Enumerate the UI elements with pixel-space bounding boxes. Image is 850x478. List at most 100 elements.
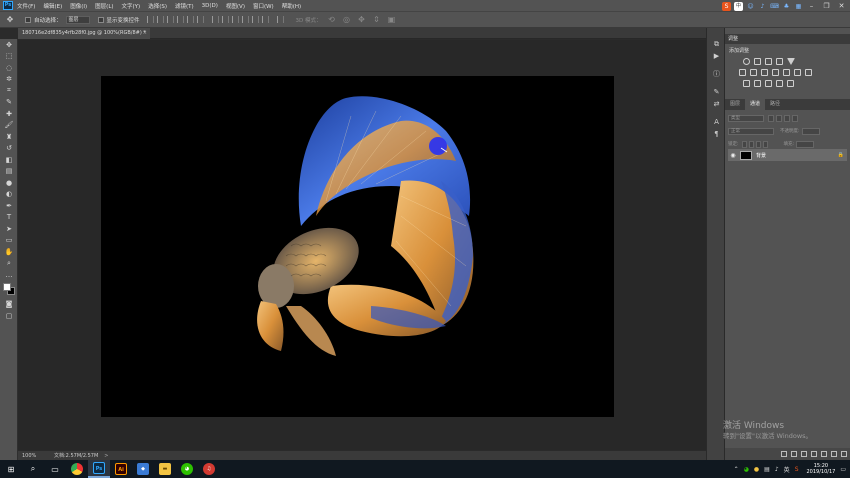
history-brush-icon[interactable]: ↺ bbox=[0, 143, 18, 155]
sogou-icon[interactable]: S bbox=[722, 2, 731, 11]
menu-window[interactable]: 窗口(W) bbox=[253, 2, 274, 10]
filter-shape-icon[interactable] bbox=[792, 114, 798, 122]
new-adjustment-icon[interactable] bbox=[811, 451, 817, 457]
move-tool-icon[interactable]: ✥ bbox=[5, 15, 15, 25]
3d-slide-icon[interactable]: ⇕ bbox=[372, 15, 382, 25]
color-balance-icon[interactable] bbox=[761, 69, 768, 76]
brush-presets-icon[interactable]: ⇄ bbox=[707, 98, 726, 110]
menu-type[interactable]: 文字(Y) bbox=[122, 2, 141, 10]
trash-icon[interactable] bbox=[841, 451, 847, 457]
menu-help[interactable]: 帮助(H) bbox=[282, 2, 301, 10]
hue-saturation-icon[interactable] bbox=[750, 69, 757, 76]
brush-panel-icon[interactable]: ✎ bbox=[707, 86, 726, 98]
3d-roll-icon[interactable]: ◎ bbox=[342, 15, 352, 25]
hand-tool-icon[interactable]: ✋ bbox=[0, 246, 18, 258]
info-panel-icon[interactable]: ⓘ bbox=[707, 68, 726, 80]
add-mask-icon[interactable] bbox=[801, 451, 807, 457]
channel-mixer-icon[interactable] bbox=[794, 69, 801, 76]
exposure-icon[interactable] bbox=[776, 58, 783, 65]
task-view-icon[interactable]: ▭ bbox=[44, 460, 66, 478]
auto-align-icon[interactable] bbox=[276, 16, 284, 23]
distribute-left-icon[interactable] bbox=[241, 16, 249, 23]
menu-select[interactable]: 选择(S) bbox=[148, 2, 167, 10]
tab-paths[interactable]: 路径 bbox=[765, 99, 785, 110]
netease-music-icon[interactable]: ♫ bbox=[198, 460, 220, 478]
notification-icon[interactable]: ▭ bbox=[840, 466, 846, 473]
color-lookup-icon[interactable] bbox=[805, 69, 812, 76]
distribute-top-icon[interactable] bbox=[211, 16, 219, 23]
screen-mode-icon[interactable]: ▢ bbox=[0, 310, 18, 322]
align-vcenter-icon[interactable] bbox=[186, 16, 194, 23]
invert-icon[interactable] bbox=[743, 80, 750, 87]
type-tool-icon[interactable]: T bbox=[0, 212, 18, 224]
align-top-icon[interactable] bbox=[176, 16, 184, 23]
new-group-icon[interactable] bbox=[821, 451, 827, 457]
tab-close-icon[interactable]: × bbox=[143, 28, 147, 39]
status-menu-arrow[interactable]: > bbox=[104, 453, 108, 459]
menu-edit[interactable]: 编辑(E) bbox=[43, 2, 62, 10]
pen-tool-icon[interactable]: ✒ bbox=[0, 200, 18, 212]
tray-expand-icon[interactable]: ⌃ bbox=[734, 466, 739, 473]
magic-wand-icon[interactable]: ✲ bbox=[0, 74, 18, 86]
levels-icon[interactable] bbox=[754, 58, 761, 65]
actions-panel-icon[interactable]: ▶ bbox=[707, 50, 726, 62]
gradient-fill-icon[interactable] bbox=[787, 80, 794, 87]
tray-wechat-icon[interactable]: ◕ bbox=[744, 466, 749, 473]
menu-3d[interactable]: 3D(D) bbox=[202, 3, 218, 9]
filter-adjust-icon[interactable] bbox=[776, 114, 782, 122]
vibrance-icon[interactable] bbox=[739, 69, 746, 76]
skin-icon[interactable]: ♣ bbox=[782, 2, 791, 11]
document-canvas[interactable] bbox=[101, 76, 614, 417]
windows-start-icon[interactable]: ⊞ bbox=[0, 460, 22, 478]
lock-all-icon[interactable] bbox=[762, 140, 768, 148]
black-white-icon[interactable] bbox=[772, 69, 779, 76]
tray-language[interactable]: 英 bbox=[784, 465, 790, 474]
link-layers-icon[interactable] bbox=[781, 451, 787, 457]
filter-pixel-icon[interactable] bbox=[768, 114, 774, 122]
selective-color-icon[interactable] bbox=[776, 80, 783, 87]
tools-icon[interactable]: ▦ bbox=[794, 2, 803, 11]
layer-kind-filter[interactable]: 类型 bbox=[728, 114, 764, 122]
lock-position-icon[interactable] bbox=[748, 140, 754, 148]
history-panel-icon[interactable]: ⧉ bbox=[707, 38, 726, 50]
more-tools-icon[interactable]: … bbox=[0, 269, 18, 281]
zoom-level[interactable]: 100% bbox=[18, 453, 54, 459]
mic-icon[interactable]: ♪ bbox=[758, 2, 767, 11]
distribute-hcenter-icon[interactable] bbox=[251, 16, 259, 23]
auto-select-checkbox[interactable] bbox=[25, 16, 31, 23]
menu-layer[interactable]: 图层(L) bbox=[95, 2, 113, 10]
crop-tool-icon[interactable]: ⌗ bbox=[0, 85, 18, 97]
layer-background-row[interactable]: ◉ 背景 🔒 bbox=[728, 149, 847, 161]
color-swatches[interactable] bbox=[0, 281, 18, 299]
posterize-icon[interactable] bbox=[754, 80, 761, 87]
lock-artboard-icon[interactable] bbox=[755, 140, 761, 148]
rectangle-tool-icon[interactable]: ▭ bbox=[0, 235, 18, 247]
chrome-icon[interactable] bbox=[66, 460, 88, 478]
healing-brush-icon[interactable]: ✚ bbox=[0, 108, 18, 120]
blend-mode-select[interactable]: 正常 bbox=[728, 127, 774, 135]
wechat-icon[interactable]: ◕ bbox=[176, 460, 198, 478]
align-bottom-icon[interactable] bbox=[196, 16, 204, 23]
tray-sogou-icon[interactable]: S bbox=[795, 466, 799, 473]
menu-filter[interactable]: 滤镜(T) bbox=[175, 2, 194, 10]
keyboard-icon[interactable]: ⌨ bbox=[770, 2, 779, 11]
eraser-tool-icon[interactable]: ◧ bbox=[0, 154, 18, 166]
character-panel-icon[interactable]: A bbox=[707, 116, 726, 128]
blur-tool-icon[interactable]: ● bbox=[0, 177, 18, 189]
clone-stamp-icon[interactable]: ♜ bbox=[0, 131, 18, 143]
move-tool-icon[interactable]: ✥ bbox=[0, 39, 18, 51]
menu-image[interactable]: 图像(I) bbox=[70, 2, 87, 10]
align-right-icon[interactable] bbox=[166, 16, 174, 23]
brush-tool-icon[interactable]: 🖌 bbox=[0, 120, 18, 132]
gradient-map-icon[interactable] bbox=[787, 58, 795, 65]
emoji-icon[interactable]: ☺ bbox=[746, 2, 755, 11]
curves-icon[interactable] bbox=[765, 58, 772, 65]
app-icon[interactable]: ◆ bbox=[132, 460, 154, 478]
dodge-tool-icon[interactable]: ◐ bbox=[0, 189, 18, 201]
new-layer-icon[interactable] bbox=[831, 451, 837, 457]
distribute-vcenter-icon[interactable] bbox=[221, 16, 229, 23]
illustrator-icon[interactable]: Ai bbox=[110, 460, 132, 478]
ime-icon[interactable]: 中 bbox=[734, 2, 743, 11]
filter-type-icon[interactable] bbox=[784, 114, 790, 122]
photoshop-taskbar-icon[interactable]: Ps bbox=[88, 460, 110, 478]
